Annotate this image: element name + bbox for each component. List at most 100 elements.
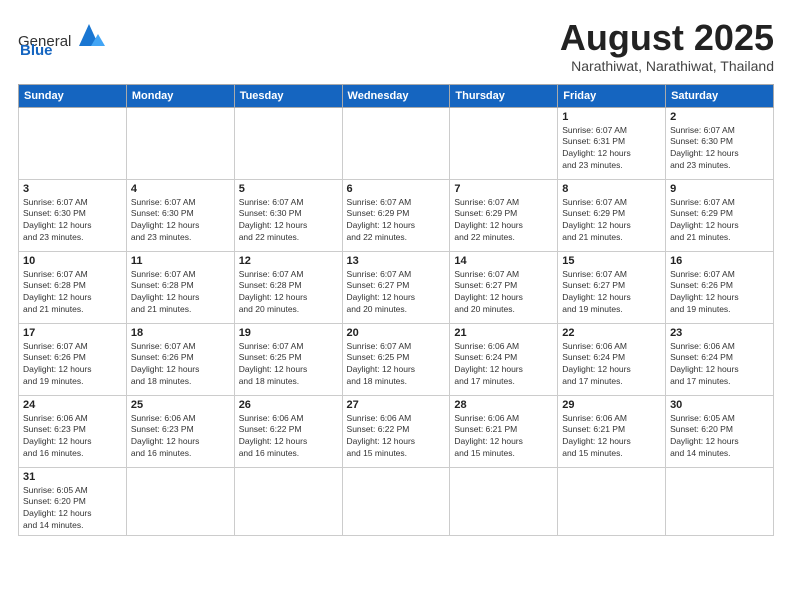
day-info: Sunrise: 6:06 AM Sunset: 6:23 PM Dayligh… — [23, 413, 122, 461]
day-info: Sunrise: 6:06 AM Sunset: 6:24 PM Dayligh… — [670, 341, 769, 389]
calendar-cell: 21Sunrise: 6:06 AM Sunset: 6:24 PM Dayli… — [450, 323, 558, 395]
weekday-header-thursday: Thursday — [450, 84, 558, 107]
calendar-cell: 15Sunrise: 6:07 AM Sunset: 6:27 PM Dayli… — [558, 251, 666, 323]
calendar-cell: 25 Sunrise: 6:06 AM Sunset: 6:23 PM Dayli… — [126, 395, 234, 467]
day-info: Sunrise: 6:07 AM Sunset: 6:26 PM Dayligh… — [131, 341, 230, 389]
calendar-week-row: 31Sunrise: 6:05 AM Sunset: 6:20 PM Dayli… — [19, 467, 774, 536]
day-info: Sunrise: 6:07 AM Sunset: 6:26 PM Dayligh… — [23, 341, 122, 389]
calendar-cell: 12 Sunrise: 6:07 AM Sunset: 6:28 PM Dayli… — [234, 251, 342, 323]
calendar-cell — [234, 107, 342, 179]
calendar-cell: 5 Sunrise: 6:07 AM Sunset: 6:30 PM Daylig… — [234, 179, 342, 251]
calendar-cell: 19Sunrise: 6:07 AM Sunset: 6:25 PM Dayli… — [234, 323, 342, 395]
day-number: 23 — [670, 327, 769, 339]
calendar-cell — [234, 467, 342, 536]
calendar-cell: 1 Sunrise: 6:07 AM Sunset: 6:31 PM Daylig… — [558, 107, 666, 179]
day-info: Sunrise: 6:07 AM Sunset: 6:31 PM Dayligh… — [562, 125, 661, 173]
weekday-header-monday: Monday — [126, 84, 234, 107]
title-area: August 2025 Narathiwat, Narathiwat, Thai… — [560, 18, 774, 74]
day-info: Sunrise: 6:06 AM Sunset: 6:24 PM Dayligh… — [562, 341, 661, 389]
weekday-header-saturday: Saturday — [666, 84, 774, 107]
day-info: Sunrise: 6:07 AM Sunset: 6:27 PM Dayligh… — [347, 269, 446, 317]
calendar-cell: 11 Sunrise: 6:07 AM Sunset: 6:28 PM Dayli… — [126, 251, 234, 323]
calendar-week-row: 24 Sunrise: 6:06 AM Sunset: 6:23 PM Dayli… — [19, 395, 774, 467]
day-number: 20 — [347, 327, 446, 339]
day-number: 9 — [670, 183, 769, 195]
logo-text-blue: Blue — [20, 42, 53, 59]
day-info: Sunrise: 6:07 AM Sunset: 6:29 PM Dayligh… — [670, 197, 769, 245]
day-info: Sunrise: 6:07 AM Sunset: 6:30 PM Dayligh… — [23, 197, 122, 245]
day-number: 24 — [23, 399, 122, 411]
day-info: Sunrise: 6:07 AM Sunset: 6:30 PM Dayligh… — [670, 125, 769, 173]
calendar-cell: 27 Sunrise: 6:06 AM Sunset: 6:22 PM Dayli… — [342, 395, 450, 467]
day-info: Sunrise: 6:06 AM Sunset: 6:21 PM Dayligh… — [454, 413, 553, 461]
day-number: 22 — [562, 327, 661, 339]
calendar-cell — [342, 107, 450, 179]
day-number: 27 — [347, 399, 446, 411]
month-year-title: August 2025 — [560, 18, 774, 58]
day-number: 8 — [562, 183, 661, 195]
day-info: Sunrise: 6:05 AM Sunset: 6:20 PM Dayligh… — [670, 413, 769, 461]
calendar-cell: 31Sunrise: 6:05 AM Sunset: 6:20 PM Dayli… — [19, 467, 127, 536]
calendar-cell: 10 Sunrise: 6:07 AM Sunset: 6:28 PM Dayli… — [19, 251, 127, 323]
day-number: 18 — [131, 327, 230, 339]
day-number: 28 — [454, 399, 553, 411]
calendar-cell — [19, 107, 127, 179]
day-number: 10 — [23, 255, 122, 267]
day-number: 5 — [239, 183, 338, 195]
weekday-header-wednesday: Wednesday — [342, 84, 450, 107]
day-number: 1 — [562, 111, 661, 123]
calendar-week-row: 3 Sunrise: 6:07 AM Sunset: 6:30 PM Daylig… — [19, 179, 774, 251]
day-number: 17 — [23, 327, 122, 339]
day-info: Sunrise: 6:07 AM Sunset: 6:28 PM Dayligh… — [23, 269, 122, 317]
day-number: 7 — [454, 183, 553, 195]
calendar-cell — [450, 107, 558, 179]
day-number: 16 — [670, 255, 769, 267]
day-info: Sunrise: 6:07 AM Sunset: 6:28 PM Dayligh… — [239, 269, 338, 317]
calendar-cell: 24 Sunrise: 6:06 AM Sunset: 6:23 PM Dayli… — [19, 395, 127, 467]
day-info: Sunrise: 6:06 AM Sunset: 6:22 PM Dayligh… — [239, 413, 338, 461]
day-number: 21 — [454, 327, 553, 339]
day-number: 30 — [670, 399, 769, 411]
calendar-cell: 18 Sunrise: 6:07 AM Sunset: 6:26 PM Dayli… — [126, 323, 234, 395]
day-info: Sunrise: 6:07 AM Sunset: 6:28 PM Dayligh… — [131, 269, 230, 317]
location-subtitle: Narathiwat, Narathiwat, Thailand — [560, 58, 774, 74]
day-number: 3 — [23, 183, 122, 195]
day-number: 12 — [239, 255, 338, 267]
calendar-cell — [342, 467, 450, 536]
calendar-cell: 26 Sunrise: 6:06 AM Sunset: 6:22 PM Dayli… — [234, 395, 342, 467]
calendar-cell: 16 Sunrise: 6:07 AM Sunset: 6:26 PM Dayli… — [666, 251, 774, 323]
day-number: 11 — [131, 255, 230, 267]
header: General Blue August 2025 Narathiwat, Nar… — [18, 18, 774, 74]
day-number: 25 — [131, 399, 230, 411]
calendar-cell: 29Sunrise: 6:06 AM Sunset: 6:21 PM Dayli… — [558, 395, 666, 467]
weekday-header-row: SundayMondayTuesdayWednesdayThursdayFrid… — [19, 84, 774, 107]
calendar-cell — [666, 467, 774, 536]
calendar-cell: 8Sunrise: 6:07 AM Sunset: 6:29 PM Daylig… — [558, 179, 666, 251]
calendar-cell: 20Sunrise: 6:07 AM Sunset: 6:25 PM Dayli… — [342, 323, 450, 395]
calendar-cell: 28 Sunrise: 6:06 AM Sunset: 6:21 PM Dayli… — [450, 395, 558, 467]
day-number: 29 — [562, 399, 661, 411]
day-number: 31 — [23, 471, 122, 483]
calendar-cell — [558, 467, 666, 536]
day-number: 6 — [347, 183, 446, 195]
calendar-cell: 6 Sunrise: 6:07 AM Sunset: 6:29 PM Daylig… — [342, 179, 450, 251]
weekday-header-tuesday: Tuesday — [234, 84, 342, 107]
day-number: 26 — [239, 399, 338, 411]
weekday-header-friday: Friday — [558, 84, 666, 107]
day-number: 13 — [347, 255, 446, 267]
day-info: Sunrise: 6:07 AM Sunset: 6:30 PM Dayligh… — [239, 197, 338, 245]
calendar-cell: 2Sunrise: 6:07 AM Sunset: 6:30 PM Daylig… — [666, 107, 774, 179]
calendar-cell: 22 Sunrise: 6:06 AM Sunset: 6:24 PM Dayli… — [558, 323, 666, 395]
day-info: Sunrise: 6:06 AM Sunset: 6:23 PM Dayligh… — [131, 413, 230, 461]
day-number: 14 — [454, 255, 553, 267]
calendar-cell: 17 Sunrise: 6:07 AM Sunset: 6:26 PM Dayli… — [19, 323, 127, 395]
logo-icon — [71, 18, 107, 50]
day-info: Sunrise: 6:06 AM Sunset: 6:22 PM Dayligh… — [347, 413, 446, 461]
calendar-cell — [126, 107, 234, 179]
day-number: 15 — [562, 255, 661, 267]
calendar-cell: 14Sunrise: 6:07 AM Sunset: 6:27 PM Dayli… — [450, 251, 558, 323]
day-info: Sunrise: 6:07 AM Sunset: 6:26 PM Dayligh… — [670, 269, 769, 317]
day-info: Sunrise: 6:07 AM Sunset: 6:29 PM Dayligh… — [347, 197, 446, 245]
day-info: Sunrise: 6:07 AM Sunset: 6:29 PM Dayligh… — [454, 197, 553, 245]
calendar-week-row: 1 Sunrise: 6:07 AM Sunset: 6:31 PM Daylig… — [19, 107, 774, 179]
